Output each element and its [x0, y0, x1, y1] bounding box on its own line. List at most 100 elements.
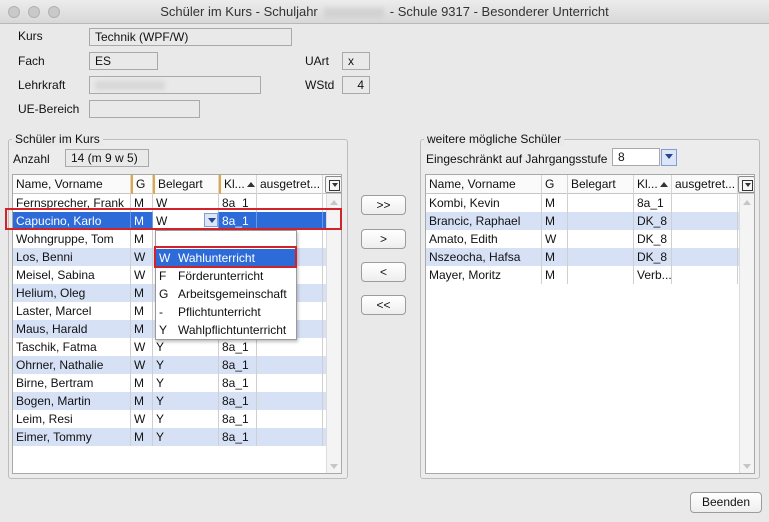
- cell-ausgetreten: [257, 356, 323, 374]
- table-row[interactable]: Brancic, Raphael M DK_8: [426, 212, 739, 230]
- cell-name: Leim, Resi: [13, 410, 131, 428]
- uart-field: x: [342, 52, 370, 70]
- cell-belegart[interactable]: Y: [153, 356, 219, 374]
- dropdown-option-highlight: [154, 246, 297, 268]
- cell-kl: 8a_1: [219, 392, 257, 410]
- kurs-label: Kurs: [18, 29, 43, 43]
- cell-kl: 8a_1: [219, 374, 257, 392]
- left-table-header: Name, Vorname G Belegart Kl... ausgetret…: [13, 175, 341, 194]
- wstd-field: 4: [342, 76, 370, 94]
- table-row[interactable]: Kombi, Kevin M 8a_1: [426, 194, 739, 212]
- cell-g: W: [131, 248, 153, 266]
- cell-name: Maus, Harald: [13, 320, 131, 338]
- close-button[interactable]: Beenden: [690, 492, 762, 513]
- cell-ausgetreten: [257, 428, 323, 446]
- option-label: Wahlpflichtunterricht: [178, 323, 287, 337]
- cell-belegart: [568, 230, 634, 248]
- dropdown-option[interactable]: Y Wahlpflichtunterricht: [156, 321, 296, 339]
- cell-g: M: [131, 374, 153, 392]
- left-column-config-icon[interactable]: [325, 176, 341, 193]
- redacted-school-year: [323, 7, 384, 18]
- window-title-suffix: - Schule 9317 - Besonderer Unterricht: [389, 4, 609, 19]
- option-label: Pflichtunterricht: [178, 305, 261, 319]
- cell-g: M: [131, 320, 153, 338]
- jahrgang-filter-select[interactable]: 8: [612, 148, 660, 166]
- cell-g: M: [542, 194, 568, 212]
- scroll-up-icon[interactable]: [743, 200, 751, 205]
- jahrgang-filter-label: Eingeschränkt auf Jahrgangsstufe: [426, 152, 608, 166]
- cell-belegart: [568, 194, 634, 212]
- cell-kl: 8a_1: [634, 194, 672, 212]
- cell-g: M: [131, 392, 153, 410]
- scroll-down-icon[interactable]: [743, 464, 751, 469]
- cell-g: W: [131, 356, 153, 374]
- option-label: Arbeitsgemeinschaft: [178, 287, 287, 301]
- sort-ascending-icon: [659, 182, 668, 188]
- cell-name: Birne, Bertram: [13, 374, 131, 392]
- left-col-ausgetreten[interactable]: ausgetret...: [257, 175, 323, 194]
- right-students-table[interactable]: Name, Vorname G Belegart Kl... ausgetret…: [425, 174, 755, 474]
- right-col-belegart[interactable]: Belegart: [568, 175, 634, 194]
- left-col-g[interactable]: G: [131, 175, 153, 194]
- table-row[interactable]: Eimer, Tommy M Y 8a_1: [13, 428, 328, 446]
- table-row[interactable]: Mayer, Moritz M Verb...: [426, 266, 739, 284]
- cell-kl: DK_8: [634, 212, 672, 230]
- cell-kl: 8a_1: [219, 410, 257, 428]
- table-row[interactable]: Leim, Resi W Y 8a_1: [13, 410, 328, 428]
- table-row[interactable]: Bogen, Martin M Y 8a_1: [13, 392, 328, 410]
- cell-kl: 8a_1: [219, 356, 257, 374]
- cell-g: W: [131, 266, 153, 284]
- selected-row-highlight: [5, 208, 342, 230]
- uart-label: UArt: [305, 54, 329, 68]
- table-row[interactable]: Amato, Edith W DK_8: [426, 230, 739, 248]
- cell-g: M: [131, 230, 153, 248]
- left-col-kl-label: Kl...: [224, 177, 245, 191]
- dropdown-option[interactable]: G Arbeitsgemeinschaft: [156, 285, 296, 303]
- cell-g: W: [131, 410, 153, 428]
- window-title: Schüler im Kurs - Schuljahr - Schule 9317…: [0, 4, 769, 19]
- scroll-down-icon[interactable]: [330, 464, 338, 469]
- cell-ausgetreten: [672, 230, 738, 248]
- cell-ausgetreten: [672, 212, 738, 230]
- table-row[interactable]: Nszeocha, Hafsa M DK_8: [426, 248, 739, 266]
- redacted-teacher: [95, 81, 165, 90]
- add-one-button[interactable]: >: [361, 229, 406, 249]
- students-in-course-title: Schüler im Kurs: [12, 132, 103, 146]
- cell-belegart[interactable]: Y: [153, 410, 219, 428]
- dropdown-option[interactable]: - Pflichtunterricht: [156, 303, 296, 321]
- dropdown-option[interactable]: F Förderunterricht: [156, 267, 296, 285]
- right-col-name[interactable]: Name, Vorname: [426, 175, 542, 194]
- scroll-up-icon[interactable]: [330, 200, 338, 205]
- cell-belegart: [568, 266, 634, 284]
- remove-one-button[interactable]: <: [361, 262, 406, 282]
- cell-belegart[interactable]: Y: [153, 428, 219, 446]
- cell-g: M: [131, 284, 153, 302]
- cell-belegart[interactable]: Y: [153, 392, 219, 410]
- cell-name: Ohrner, Nathalie: [13, 356, 131, 374]
- cell-g: M: [542, 266, 568, 284]
- kurs-field: Technik (WPF/W): [89, 28, 292, 46]
- cell-name: Laster, Marcel: [13, 302, 131, 320]
- right-column-config-icon[interactable]: [738, 176, 754, 193]
- table-row[interactable]: Ohrner, Nathalie W Y 8a_1: [13, 356, 328, 374]
- table-row[interactable]: Taschik, Fatma W Y 8a_1: [13, 338, 328, 356]
- remove-all-button[interactable]: <<: [361, 295, 406, 315]
- table-row[interactable]: Birne, Bertram M Y 8a_1: [13, 374, 328, 392]
- cell-belegart[interactable]: Y: [153, 374, 219, 392]
- left-col-belegart[interactable]: Belegart: [153, 175, 219, 194]
- jahrgang-dropdown-arrow-icon[interactable]: [661, 149, 677, 166]
- add-all-button[interactable]: >>: [361, 195, 406, 215]
- right-col-g[interactable]: G: [542, 175, 568, 194]
- cell-name: Brancic, Raphael: [426, 212, 542, 230]
- right-scrollbar[interactable]: [739, 194, 754, 473]
- right-col-ausgetreten[interactable]: ausgetret...: [672, 175, 738, 194]
- right-col-kl[interactable]: Kl...: [634, 175, 672, 194]
- cell-g: M: [542, 212, 568, 230]
- cell-name: Nszeocha, Hafsa: [426, 248, 542, 266]
- left-col-name[interactable]: Name, Vorname: [13, 175, 131, 194]
- option-code: F: [159, 269, 167, 283]
- left-scrollbar[interactable]: [326, 194, 341, 473]
- cell-name: Amato, Edith: [426, 230, 542, 248]
- cell-belegart[interactable]: Y: [153, 338, 219, 356]
- left-col-kl[interactable]: Kl...: [219, 175, 257, 194]
